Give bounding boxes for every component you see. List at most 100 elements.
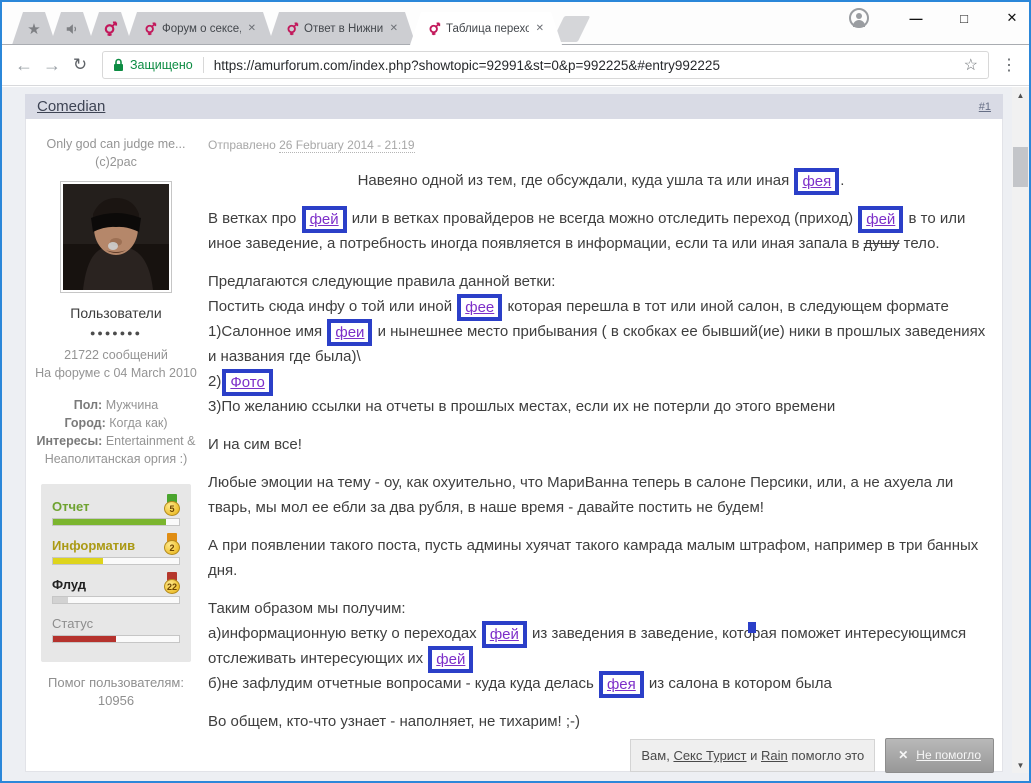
annotation-box: фея — [599, 671, 644, 698]
reputation-row: Статус — [52, 611, 180, 643]
sent-line: Отправлено 26 February 2014 - 21:19 — [208, 133, 994, 158]
paragraph: Во общем, кто-что узнает - наполняет, не… — [208, 709, 994, 734]
fairy-link[interactable]: фей — [490, 626, 519, 643]
scroll-up-icon[interactable]: ▲ — [1012, 89, 1029, 103]
fairy-link[interactable]: фея — [607, 676, 636, 693]
bookmark-star-icon[interactable]: ☆ — [964, 55, 978, 75]
page-content: Comedian #1 Only god can judge me... (c)… — [2, 87, 1029, 781]
post-body: Отправлено 26 February 2014 - 21:19 Наве… — [208, 133, 994, 783]
paragraph: 3)По желанию ссылки на отчеты в прошлых … — [208, 394, 994, 419]
post-number-link[interactable]: #1 — [979, 101, 991, 113]
annotation-box: фей — [302, 206, 347, 233]
user-info-fields: Пол: Мужчина Город: Когда как) Интересы:… — [28, 396, 204, 468]
reputation-label: Статус — [52, 615, 93, 633]
city-row: Город: Когда как) — [28, 414, 204, 432]
post-text: 2) — [208, 373, 221, 390]
post-text: Таким образом мы получим: — [208, 600, 406, 617]
reload-button[interactable]: ↻ — [66, 55, 94, 75]
post-text: Любые эмоции на тему - оу, как охуительн… — [208, 474, 953, 516]
reputation-row: Флуд22 — [52, 572, 180, 604]
user-motto-line1: Only god can judge me... — [28, 135, 204, 153]
title-bar: ★ Форум о сексе, секс фор ✕ — [2, 2, 1029, 45]
omnibox-separator — [203, 57, 204, 73]
back-button[interactable]: ← — [10, 55, 38, 76]
annotation-box: фей — [428, 646, 473, 673]
tab-title: Форум о сексе, секс фор — [162, 23, 241, 35]
tab-close-icon[interactable]: ✕ — [246, 23, 258, 34]
fairy-link[interactable]: фей — [436, 651, 465, 668]
fairy-link[interactable]: Фото — [230, 374, 264, 391]
author-link[interactable]: Comedian — [37, 98, 105, 115]
strikethrough-text: душу — [864, 235, 900, 252]
annotation-box: фея — [794, 168, 839, 195]
pinned-tab-bookmark[interactable]: ★ — [12, 12, 56, 45]
profile-icon[interactable] — [849, 8, 869, 28]
fairy-link[interactable]: фей — [866, 211, 895, 228]
tab-tablica-perehodov[interactable]: Таблица переходов фей ✕ — [410, 12, 562, 45]
tab-close-icon[interactable]: ✕ — [534, 23, 546, 34]
lock-icon — [113, 58, 124, 72]
tab-title: Таблица переходов фей — [446, 23, 529, 35]
forum-icon — [103, 21, 118, 37]
tab-title: Ответ в Нижний Новгор — [304, 23, 383, 35]
post-text: В ветках про — [208, 210, 301, 227]
reputation-label: Информатив — [52, 537, 135, 555]
reputation-bar — [52, 557, 180, 565]
forward-button[interactable]: → — [38, 55, 66, 76]
fairy-link[interactable]: фея — [802, 173, 831, 190]
post-text: И на сим все! — [208, 436, 302, 453]
security-label: Защищено — [130, 58, 193, 72]
pinned-tab-audio[interactable] — [50, 12, 94, 45]
paragraph: Любые эмоции на тему - оу, как охуительн… — [208, 470, 994, 520]
paragraph: Таким образом мы получим: — [208, 596, 994, 621]
helped-by-box: Вам, Секс Турист и Rain помогло это — [630, 739, 875, 772]
scrollbar[interactable]: ▲ ▼ — [1012, 87, 1029, 773]
post-text: . — [840, 172, 844, 189]
fairy-link[interactable]: фей — [310, 211, 339, 228]
browser-menu-icon[interactable]: ⋮ — [997, 55, 1021, 75]
scrollbar-thumb[interactable] — [1013, 147, 1028, 187]
paragraph: И на сим все! — [208, 432, 994, 457]
post-text: или в ветках провайдеров не всегда можно… — [348, 210, 858, 227]
paragraph: б)не зафлудим отчетные вопросами - куда … — [208, 671, 994, 696]
not-helped-button[interactable]: ✕ Не помогло — [885, 738, 994, 773]
annotation-box: Фото — [222, 369, 272, 396]
maximize-button[interactable]: □ — [953, 11, 975, 26]
forum-icon — [428, 22, 441, 36]
address-bar[interactable]: Защищено https://amurforum.com/index.php… — [102, 51, 989, 79]
post-text: Навеяно одной из тем, где обсуждали, куд… — [358, 172, 794, 189]
helped-user-link[interactable]: Rain — [761, 748, 788, 763]
pinned-tab-forum[interactable] — [88, 12, 132, 45]
post-header-bar: Comedian #1 — [25, 94, 1003, 119]
url-text[interactable]: https://amurforum.com/index.php?showtopi… — [214, 58, 964, 73]
paragraph: В ветках про фей или в ветках провайдеро… — [208, 206, 994, 256]
sent-date: 26 February 2014 - 21:19 — [279, 138, 414, 153]
post-text: Во общем, кто-что узнает - наполняет, не… — [208, 713, 580, 730]
helped-user-link[interactable]: Секс Турист — [673, 748, 746, 763]
tab-otvet-nizhny[interactable]: Ответ в Нижний Новгор ✕ — [268, 12, 416, 45]
post-text: А при появлении такого поста, пусть адми… — [208, 537, 978, 579]
minimize-button[interactable]: — — [905, 11, 927, 26]
reputation-label: Отчет — [52, 498, 89, 516]
tab-forum-o-sekse[interactable]: Форум о сексе, секс фор ✕ — [126, 12, 274, 45]
reputation-row: Отчет 5 — [52, 494, 180, 526]
tab-strip: ★ Форум о сексе, секс фор ✕ — [12, 12, 584, 45]
paragraph: Постить сюда инфу о той или иной фее кот… — [208, 294, 994, 319]
member-since: На форуме с 04 March 2010 — [28, 364, 204, 382]
tab-close-icon[interactable]: ✕ — [388, 23, 400, 34]
paragraph: Навеяно одной из тем, где обсуждали, куд… — [208, 168, 994, 193]
paragraph: А при появлении такого поста, пусть адми… — [208, 533, 994, 583]
fairy-link[interactable]: фее — [465, 299, 494, 316]
medal-icon: 2 — [164, 533, 180, 555]
medal-icon: 5 — [164, 494, 180, 516]
scroll-down-icon[interactable]: ▼ — [1012, 759, 1029, 773]
reputation-bar — [52, 518, 180, 526]
post-text: б)не зафлудим отчетные вопросами - куда … — [208, 675, 598, 692]
helped-users: Помог пользователям: 10956 — [28, 674, 204, 710]
window-controls: — □ ✕ — [849, 8, 1023, 28]
browser-toolbar: ← → ↻ Защищено https://amurforum.com/ind… — [2, 45, 1029, 86]
close-button[interactable]: ✕ — [1001, 10, 1023, 26]
user-motto-line2: (c)2pac — [28, 153, 204, 171]
security-indicator[interactable]: Защищено — [113, 58, 193, 72]
fairy-link[interactable]: феи — [335, 324, 364, 341]
